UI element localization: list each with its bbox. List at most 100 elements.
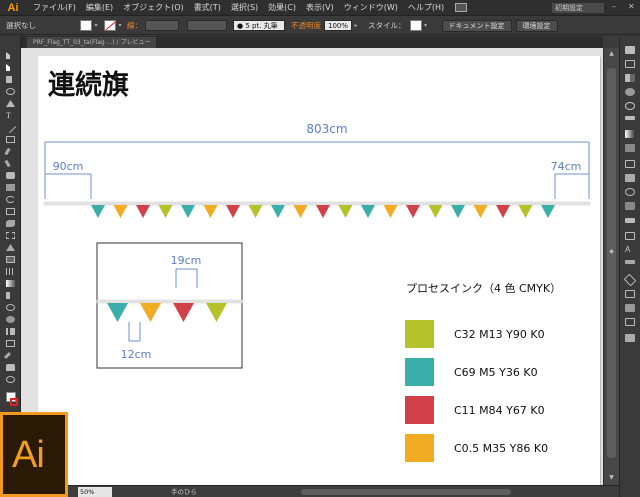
character-icon[interactable]: A: [625, 246, 635, 254]
stroke-label[interactable]: 線：: [127, 20, 142, 31]
fill-swatch[interactable]: [80, 20, 92, 31]
stroke-color-icon[interactable]: [10, 398, 18, 406]
eyedropper-tool-icon[interactable]: [6, 292, 10, 299]
appearance-icon[interactable]: [625, 160, 635, 168]
artboard-tool-icon[interactable]: [6, 340, 15, 347]
free-transform-icon[interactable]: [6, 232, 15, 239]
scale-tool-icon[interactable]: [6, 208, 15, 215]
mesh-tool-icon[interactable]: [6, 268, 15, 275]
right-margin-dimension: [554, 173, 589, 199]
blob-brush-icon[interactable]: [6, 172, 15, 179]
pencil-tool-icon[interactable]: [4, 159, 11, 168]
blend-tool-icon[interactable]: [6, 304, 15, 311]
minimize-button[interactable]: –: [612, 3, 620, 11]
current-tool-status[interactable]: 手のひら: [171, 487, 197, 497]
line-tool-icon[interactable]: [4, 121, 17, 134]
detail-flag: [107, 303, 128, 322]
artboards-icon[interactable]: [625, 290, 635, 298]
preferences-button[interactable]: 環境設定: [515, 19, 558, 32]
links-icon[interactable]: [625, 304, 635, 312]
graphic-styles-icon[interactable]: [625, 174, 635, 182]
horizontal-scroll-thumb[interactable]: [301, 489, 511, 495]
rectangle-tool-icon[interactable]: [6, 136, 15, 143]
swatches-icon[interactable]: [625, 74, 635, 82]
pathfinder-icon[interactable]: [625, 318, 635, 326]
eraser-tool-icon[interactable]: [6, 184, 15, 191]
vertical-scrollbar[interactable]: ▲ ◆ ▼: [603, 48, 619, 485]
magic-wand-icon[interactable]: [6, 76, 12, 83]
align-icon[interactable]: [625, 218, 635, 223]
detail-flag: [140, 303, 161, 322]
variable-width-field[interactable]: [187, 20, 227, 31]
menu-file[interactable]: ファイル(F): [28, 0, 81, 16]
shape-builder-icon[interactable]: [6, 244, 15, 251]
canvas-area[interactable]: 連続旗 803cm 90cm 74cm 19cm 12cm プロセスインク（4 …: [21, 48, 603, 485]
menu-effect[interactable]: 効果(C): [263, 0, 301, 16]
menu-window[interactable]: ウィンドウ(W): [339, 0, 403, 16]
menu-help[interactable]: ヘルプ(H): [403, 0, 449, 16]
scroll-up-icon[interactable]: ▲: [607, 50, 616, 58]
type-tool-icon[interactable]: T: [6, 112, 15, 120]
lasso-tool-icon[interactable]: [6, 88, 15, 95]
menu-edit[interactable]: 編集(E): [81, 0, 118, 16]
menu-select[interactable]: 選択(S): [226, 0, 263, 16]
vertical-scroll-thumb[interactable]: [607, 68, 616, 458]
chevron-down-icon[interactable]: ▾: [422, 20, 430, 31]
pen-tool-icon[interactable]: [6, 100, 15, 107]
paintbrush-tool-icon[interactable]: [4, 147, 11, 156]
document-tab[interactable]: PRF_Flag_TT_03_ta(Flag ...) / プレビュー: [27, 37, 157, 48]
chevron-down-icon[interactable]: ▾: [116, 20, 124, 31]
detail-flag: [206, 303, 227, 322]
color-guide-icon[interactable]: [625, 60, 635, 68]
menu-view[interactable]: 表示(V): [301, 0, 339, 16]
bunting-flag: [406, 205, 420, 218]
transparency-icon[interactable]: [625, 144, 635, 152]
document-setup-button[interactable]: ドキュメント設定: [441, 19, 512, 32]
zoom-tool-icon[interactable]: [6, 376, 15, 383]
stroke-weight-field[interactable]: [145, 20, 179, 31]
info-icon[interactable]: [625, 202, 635, 210]
stroke-panel-icon[interactable]: [625, 116, 635, 120]
selection-status: 選択なし: [6, 21, 36, 30]
hand-tool-icon[interactable]: [6, 364, 15, 371]
layers-icon[interactable]: [623, 273, 637, 287]
detail-spacing-dimension: [175, 268, 198, 288]
style-swatch[interactable]: [409, 20, 422, 31]
opacity-label[interactable]: 不透明度: [291, 20, 321, 31]
workspace-switcher[interactable]: 初期設定: [552, 3, 604, 13]
detail-flag: [173, 303, 194, 322]
gradient-panel-icon[interactable]: [625, 130, 635, 138]
scroll-center-icon[interactable]: ◆: [607, 248, 616, 256]
slice-tool-icon[interactable]: [3, 351, 12, 360]
color-panel-icon[interactable]: [625, 46, 635, 54]
symbols-icon[interactable]: [625, 102, 635, 110]
chevron-down-icon[interactable]: ▸: [352, 20, 360, 31]
width-tool-icon[interactable]: [6, 220, 15, 227]
symbol-sprayer-icon[interactable]: [6, 316, 15, 323]
gradient-tool-icon[interactable]: [6, 280, 15, 287]
close-button[interactable]: ✕: [628, 3, 636, 11]
style-label: スタイル：: [368, 21, 406, 30]
perspective-grid-icon[interactable]: [6, 256, 15, 263]
transform-icon[interactable]: [625, 232, 635, 240]
graph-tool-icon[interactable]: [6, 328, 15, 335]
paragraph-icon[interactable]: [625, 260, 635, 264]
rotate-tool-icon[interactable]: [6, 196, 15, 203]
zoom-field[interactable]: 50%: [78, 487, 112, 497]
menu-type[interactable]: 書式(T): [189, 0, 226, 16]
direct-selection-tool-icon[interactable]: [6, 64, 15, 71]
brush-field[interactable]: ● 5 pt. 丸筆: [233, 20, 285, 31]
legend-label: C0.5 M35 Y86 K0: [454, 442, 548, 455]
opacity-field[interactable]: 100%: [324, 20, 352, 31]
bunting-flag: [361, 205, 375, 218]
brushes-icon[interactable]: [625, 88, 635, 96]
navigator-icon[interactable]: [625, 188, 635, 196]
menu-object[interactable]: オブジェクト(O): [118, 0, 189, 16]
selection-tool-icon[interactable]: [6, 52, 15, 59]
actions-icon[interactable]: [625, 334, 635, 342]
total-width-label: 803cm: [306, 122, 347, 136]
scroll-down-icon[interactable]: ▼: [607, 474, 616, 482]
layout-icon[interactable]: [455, 3, 468, 12]
chevron-down-icon[interactable]: ▾: [92, 20, 100, 31]
stroke-swatch[interactable]: [104, 20, 116, 31]
